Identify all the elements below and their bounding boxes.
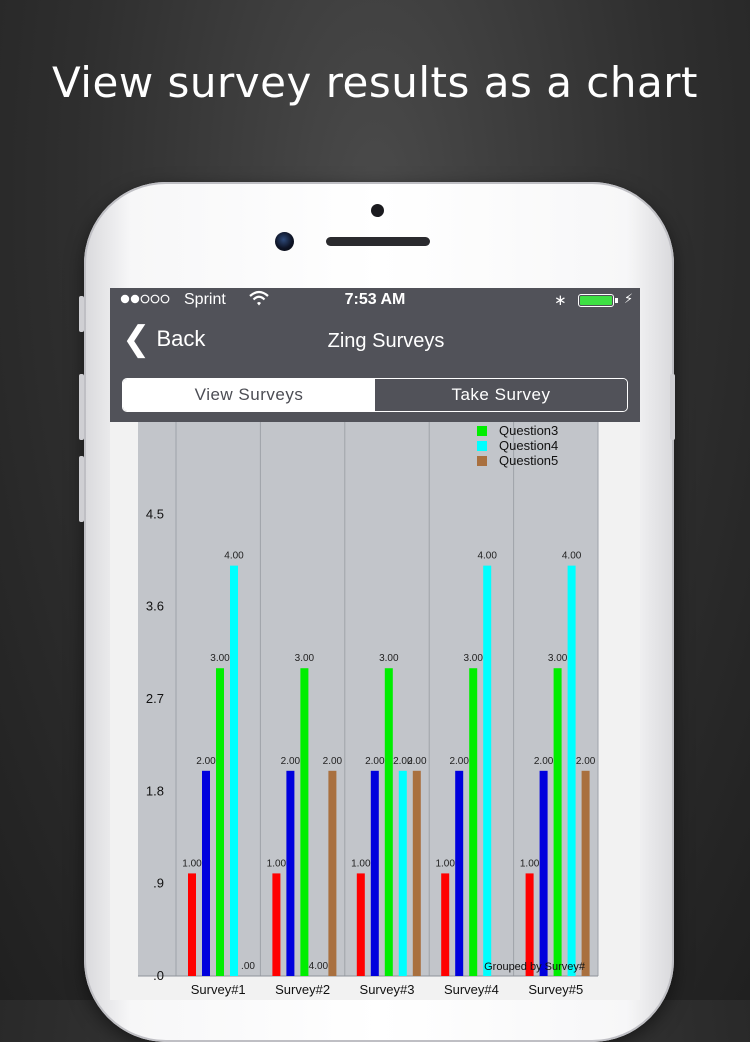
bar-q2	[455, 770, 464, 976]
headline: View survey results as a chart	[52, 58, 698, 107]
data-label: 2.00	[281, 756, 301, 767]
page-title: Zing Surveys	[327, 330, 445, 352]
data-label: 2.00	[323, 756, 343, 767]
y-tick-label: 4.5	[146, 506, 164, 521]
bar-q3	[216, 668, 224, 976]
legend-label-q4: Question4	[499, 438, 558, 453]
x-tick-label: Survey#3	[360, 982, 415, 997]
data-label: 2.00	[576, 756, 596, 767]
bar-q5	[328, 770, 337, 976]
tab-view-surveys[interactable]: View Surveys	[123, 379, 375, 411]
chart-annotation: Grouped by Survey#	[484, 961, 586, 973]
nav-bar: ❮ Back Zing Surveys	[110, 314, 640, 368]
data-label: 3.00	[379, 653, 399, 664]
bar-q4	[483, 565, 492, 976]
bar-q4	[567, 565, 576, 976]
x-tick-label: Survey#4	[444, 982, 499, 997]
y-tick-label: .0	[153, 968, 164, 983]
data-label: 4.00	[224, 551, 244, 562]
bar-q3	[553, 668, 562, 976]
legend-swatch-q5	[477, 456, 487, 466]
legend-swatch-q4	[477, 441, 487, 451]
volume-down-button	[79, 456, 84, 522]
data-label: 1.00	[267, 858, 287, 869]
bar-q1	[272, 873, 281, 976]
data-label: 2.00	[196, 756, 216, 767]
segmented-control: View Surveys Take Survey	[122, 378, 628, 412]
bar-q2	[202, 770, 210, 976]
data-label: 3.00	[548, 653, 568, 664]
data-label: .00	[241, 961, 255, 972]
survey-bar-chart: .0 .9 1.8 2.7 3.6 4.5 1.00 2.00 3.00 4.00 .00 Surve…	[138, 422, 599, 997]
tab-take-survey[interactable]: Take Survey	[375, 379, 627, 411]
data-label: 3.00	[210, 653, 230, 664]
bar-q2	[539, 770, 548, 976]
data-label: 4.00	[477, 551, 497, 562]
bluetooth-icon: ∗	[554, 292, 567, 309]
earpiece-speaker	[326, 237, 430, 246]
mute-switch	[79, 296, 84, 332]
data-label: 2.00	[534, 756, 554, 767]
charging-icon: ⚡	[624, 291, 634, 306]
bar-q1	[188, 873, 196, 976]
legend-swatch-q3	[477, 426, 487, 436]
bar-q3	[384, 668, 393, 976]
bar-q3	[469, 668, 478, 976]
y-tick-label: 2.7	[146, 691, 164, 706]
bar-q1	[356, 873, 365, 976]
bar-q2	[286, 770, 295, 976]
bar-q2	[370, 770, 379, 976]
bar-q5	[412, 770, 421, 976]
data-label: 4.00	[562, 551, 582, 562]
segmented-control-bar: View Surveys Take Survey	[110, 368, 640, 422]
data-label: 3.00	[463, 653, 483, 664]
y-tick-label: 1.8	[146, 783, 164, 798]
bar-q5	[581, 770, 590, 976]
y-tick-label: 3.6	[146, 599, 164, 614]
volume-up-button	[79, 374, 84, 440]
bar-q3	[300, 668, 309, 976]
bar-q1	[441, 873, 450, 976]
data-label: 2.00	[449, 756, 469, 767]
legend-label-q3: Question3	[499, 423, 558, 438]
data-label: 3.00	[295, 653, 315, 664]
battery-icon	[578, 294, 614, 307]
data-label: 1.00	[351, 858, 371, 869]
data-label: 2.00	[407, 756, 427, 767]
bar-q4	[230, 565, 238, 976]
x-tick-label: Survey#1	[191, 982, 246, 997]
power-button	[670, 374, 675, 440]
phone-screen: Sprint 7:53 AM ∗ ⚡ ❮ Back Zing Surveys V…	[110, 288, 640, 1000]
front-camera-icon	[275, 232, 294, 251]
y-tick-label: .9	[153, 876, 164, 891]
status-bar: Sprint 7:53 AM ∗ ⚡	[110, 288, 640, 314]
data-label: 1.00	[182, 858, 202, 869]
x-tick-label: Survey#2	[275, 982, 330, 997]
legend-label-q5: Question5	[499, 453, 558, 468]
data-label: 1.00	[435, 858, 455, 869]
proximity-sensor	[371, 204, 384, 217]
battery-tip	[615, 298, 618, 303]
x-tick-label: Survey#5	[528, 982, 583, 997]
data-label: 1.00	[520, 858, 540, 869]
chart-area: .0 .9 1.8 2.7 3.6 4.5 1.00 2.00 3.00 4.00 .00 Surve…	[110, 422, 640, 1000]
data-label: 2.00	[365, 756, 385, 767]
bar-q4	[398, 770, 407, 976]
data-label: 4.00	[309, 961, 329, 972]
